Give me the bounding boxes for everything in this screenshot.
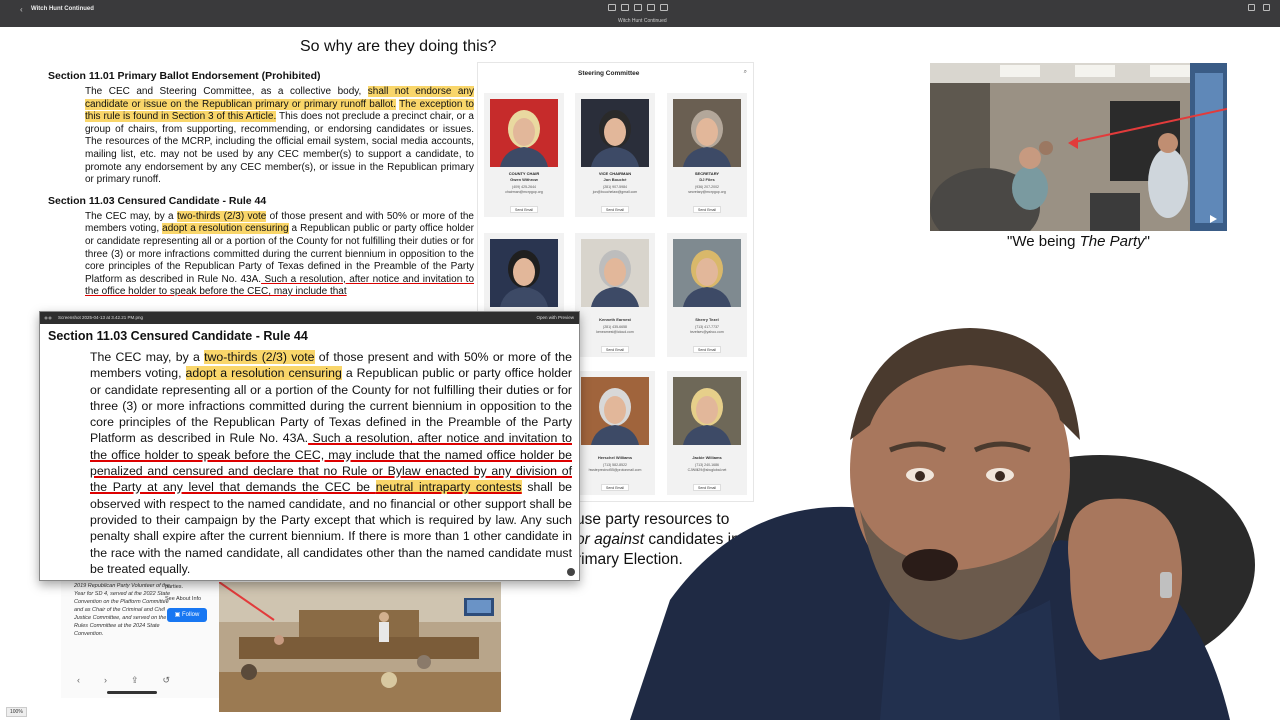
text-run: shall be observed with respect to the na… (90, 480, 572, 576)
send-email-button[interactable]: Send Email (601, 206, 629, 213)
member-card: VICE CHAIRMAN Jon Bouché (281) 907-5984 jon… (575, 93, 655, 217)
courtroom-image (219, 582, 501, 712)
lock-icon[interactable] (1248, 4, 1255, 11)
share-icon[interactable]: ⇪ (131, 675, 139, 686)
see-about-link[interactable]: See About Info (165, 596, 201, 602)
home-indicator (107, 691, 157, 694)
slide-heading: So why are they doing this? (300, 38, 497, 55)
toolbar (608, 4, 668, 11)
meeting-room-image (930, 63, 1227, 231)
screen: ‹ Witch Hunt Continued Witch Hunt Contin… (0, 0, 1280, 720)
media-icon[interactable] (660, 4, 668, 11)
member-name: Gwen Withrow (510, 177, 538, 182)
screenshot-preview-window[interactable]: Screenshot 2025-04-13 at 3.42.21 PM.png … (39, 311, 580, 581)
share-icon[interactable] (1263, 4, 1270, 11)
follow-button[interactable]: ▣ Follow (167, 608, 207, 622)
window-title: Witch Hunt Continued (31, 6, 94, 12)
section2-paragraph: The CEC may, by a two-thirds (2/3) vote … (85, 210, 474, 299)
highlight-neutral: neutral intraparty contests (375, 480, 522, 495)
window-titlebar: ‹ Witch Hunt Continued Witch Hunt Contin… (0, 0, 1280, 27)
search-icon[interactable]: ⌕ (744, 69, 747, 76)
profile-card: 2019 Republican Party Volunteer of the Y… (61, 578, 219, 698)
window-subtitle: Witch Hunt Continued (618, 18, 667, 24)
member-role: VICE CHAIRMAN (598, 171, 632, 176)
section1-paragraph: The CEC and Steering Committee, as a col… (85, 86, 474, 187)
section1-title: Section 11.01 Primary Ballot Endorsement… (48, 70, 321, 82)
profile-side-text: parties. (165, 584, 184, 590)
send-email-button[interactable]: Send Email (510, 206, 538, 213)
courtroom-video[interactable] (219, 582, 501, 712)
member-role: COUNTY CHAIR (508, 171, 540, 176)
play-icon[interactable] (634, 4, 642, 11)
caption-text: " (1144, 233, 1150, 250)
member-email[interactable]: chairman@mcrpgop.org (484, 190, 564, 194)
text-run: This does not preclude a precinct chair,… (85, 111, 474, 186)
section2-title: Section 11.03 Censured Candidate - Rule … (48, 194, 267, 207)
profile-bio: 2019 Republican Party Volunteer of the Y… (74, 583, 171, 637)
send-email-button[interactable]: Send Email (693, 206, 721, 213)
open-with-preview-button[interactable]: Open with Preview (536, 315, 574, 320)
back-icon[interactable]: ‹ (77, 675, 80, 686)
text-run: The CEC and Steering Committee, as a col… (85, 86, 368, 97)
member-name: DJ Files (699, 177, 715, 182)
presenter-image (630, 328, 1255, 720)
member-email[interactable]: jon@bouchelaw@gmail.com (575, 190, 655, 194)
text-run: The CEC may, by a (85, 210, 177, 222)
grid-icon[interactable] (621, 4, 629, 11)
member-phone: (936) 207-2002 (695, 185, 719, 189)
bylaws-document: Section 11.01 Primary Ballot Endorsement… (48, 70, 474, 299)
member-card: SECRETARY DJ Files (936) 207-2002 secretary… (667, 93, 747, 217)
text-run: The CEC may, by a (90, 350, 205, 364)
member-photo (581, 239, 649, 307)
sidebar-icon[interactable] (608, 4, 616, 11)
highlight-censure: adopt a resolution censuring (185, 366, 342, 381)
webcam-feed (630, 310, 1280, 720)
window-controls-icon[interactable] (44, 316, 54, 320)
follow-icon: ▣ (174, 612, 182, 618)
zoom-control[interactable]: 100% (6, 707, 27, 717)
browser-nav: ‹ › ⇪ ↺ (77, 675, 170, 686)
member-name: Jon Bouché (603, 177, 627, 182)
preview-titlebar: Screenshot 2025-04-13 at 3.42.21 PM.png … (40, 312, 579, 324)
preview-heading: Section 11.03 Censured Candidate - Rule … (48, 329, 308, 343)
video-caption: "We being The Party" (930, 233, 1227, 250)
caption-text: "We being (1007, 233, 1080, 250)
send-email-button[interactable]: Send Email (601, 346, 629, 353)
member-photo (581, 99, 649, 167)
member-photo (673, 99, 741, 167)
highlight-censure: adopt a resolution censuring (162, 223, 289, 235)
member-photo (490, 239, 558, 307)
committee-title: Steering Committee (578, 70, 640, 77)
history-icon[interactable]: ↺ (163, 675, 171, 686)
meeting-video[interactable] (930, 63, 1227, 231)
back-chevron-icon[interactable]: ‹ (20, 5, 23, 14)
preview-paragraph: The CEC may, by a two-thirds (2/3) vote … (90, 349, 572, 577)
follow-label: Follow (182, 612, 200, 618)
member-photo (490, 99, 558, 167)
member-card: COUNTY CHAIR Gwen Withrow (409) 425-2644 ch… (484, 93, 564, 217)
preview-filename: Screenshot 2025-04-13 at 3.42.21 PM.png (58, 315, 144, 320)
member-phone: (281) 907-5984 (603, 185, 627, 189)
member-phone: (409) 425-2644 (512, 185, 536, 189)
send-email-button[interactable]: Send Email (601, 484, 629, 491)
highlight-vote: two-thirds (2/3) vote (176, 210, 267, 222)
settings-icon[interactable] (567, 568, 575, 576)
right-toolbar (1248, 4, 1270, 11)
table-icon[interactable] (647, 4, 655, 11)
member-photo (673, 239, 741, 307)
member-email[interactable]: secretary@mcrpgop.org (667, 190, 747, 194)
highlight-vote: two-thirds (2/3) vote (204, 350, 315, 364)
forward-icon[interactable]: › (104, 675, 107, 686)
caption-emphasis: The Party (1079, 233, 1145, 250)
member-role: SECRETARY (694, 171, 720, 176)
